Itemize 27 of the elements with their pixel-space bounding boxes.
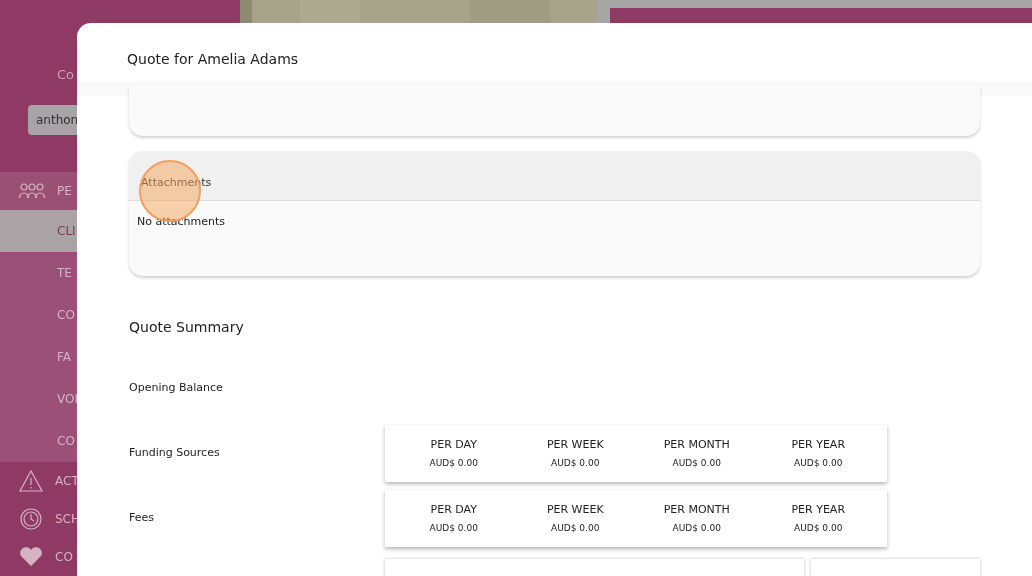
sidebar-subtitle: Co [57,66,75,82]
period-label: PER WEEK [546,437,604,453]
heart-icon [19,547,43,567]
period-label: PER MONTH [663,437,730,453]
period-amount: AUD$ 0.00 [551,521,600,535]
people-icon [19,183,45,199]
row-label: Funding Sources [129,445,221,462]
period-amount: AUD$ 0.00 [672,456,721,470]
period-amount: AUD$ 0.00 [794,456,843,470]
period-label: PER YEAR [791,502,846,518]
period-amount: AUD$ 0.00 [672,521,721,535]
period-label: PER MONTH [663,502,730,518]
period-amount: AUD$ 0.00 [794,521,843,535]
period-label: PER YEAR [791,437,846,453]
empty-message: No attachments [137,215,226,228]
dialog-title: Quote for Amelia Adams [127,51,299,67]
section-title: Quote Summary [129,319,244,335]
clock-icon [19,507,43,531]
period-amount: AUD$ 0.00 [551,456,600,470]
period-label: PER DAY [430,502,477,518]
period-amount: AUD$ 0.00 [429,456,478,470]
period-label: PER DAY [430,437,477,453]
warning-icon [19,470,43,492]
period-amount: AUD$ 0.00 [429,521,478,535]
period-label: PER WEEK [546,502,604,518]
row-label: Fees [129,510,155,527]
row-label: Opening Balance [129,380,224,397]
